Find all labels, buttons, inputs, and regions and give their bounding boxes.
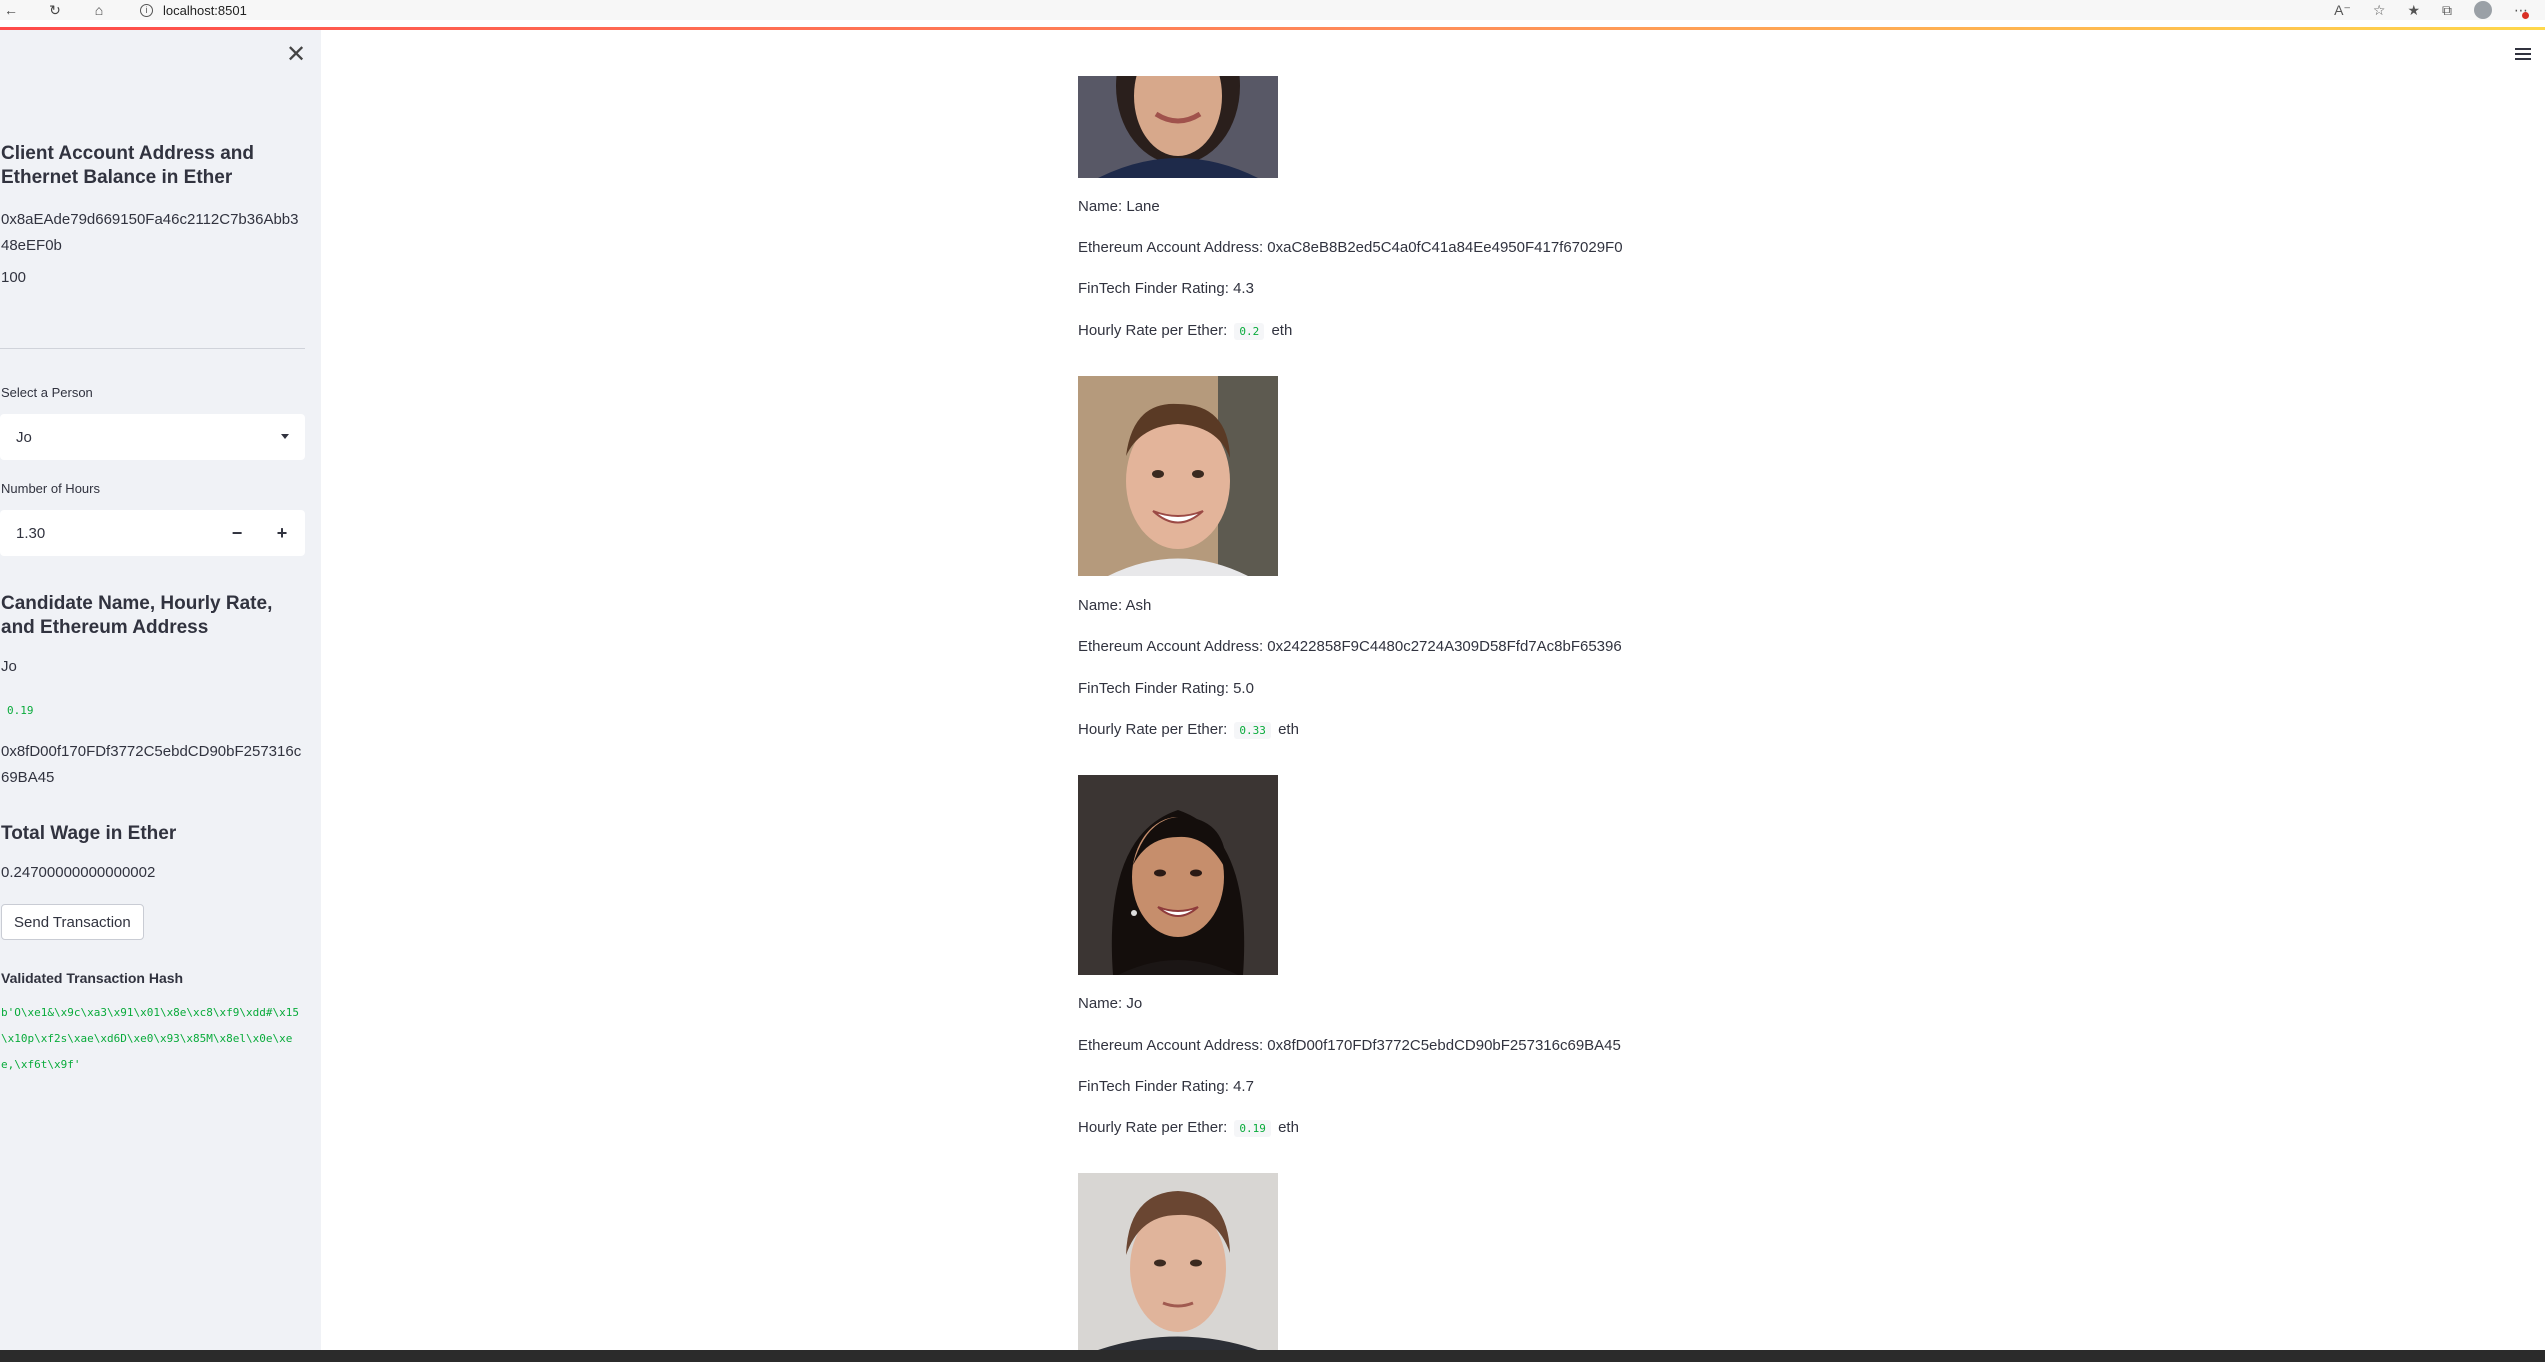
candidate-rating-line: FinTech Finder Rating: 4.7 bbox=[1078, 1078, 1254, 1095]
select-person-dropdown[interactable]: Jo bbox=[0, 414, 305, 460]
site-info-icon[interactable]: i bbox=[140, 3, 153, 17]
hamburger-menu-icon[interactable] bbox=[2515, 48, 2531, 63]
increment-button[interactable]: + bbox=[259, 510, 305, 556]
candidate-rate-line: Hourly Rate per Ether: 0.19 eth bbox=[1078, 1119, 1299, 1137]
favorite-star-icon[interactable]: ☆ bbox=[2373, 2, 2386, 19]
account-address: 0x8aEAde79d669150Fa46c2112C7b36Abb348eEF… bbox=[1, 211, 299, 254]
address-bar[interactable]: i localhost:8501 bbox=[140, 3, 247, 18]
candidate-heading: Candidate Name, Hourly Rate, and Ethereu… bbox=[1, 593, 273, 638]
reload-icon[interactable]: ↻ bbox=[44, 0, 66, 20]
notification-badge-icon bbox=[2522, 11, 2529, 19]
rate-value: 0.19 bbox=[1234, 1120, 1271, 1137]
wage-value: 0.24700000000000002 bbox=[1, 864, 156, 881]
rate-prefix: Hourly Rate per Ether: bbox=[1078, 721, 1228, 738]
rate-value: 0.33 bbox=[1234, 722, 1271, 739]
candidate-name-line: Name: Jo bbox=[1078, 995, 1143, 1012]
candidate-rating-line: FinTech Finder Rating: 4.3 bbox=[1078, 280, 1254, 297]
candidate-address: 0x8fD00f170FDf3772C5ebdCD90bF257316c69BA… bbox=[1, 743, 302, 786]
candidate-name-line: Name: Ash bbox=[1078, 597, 1152, 614]
candidate-photo bbox=[1078, 775, 1278, 975]
collections-icon[interactable]: ⧉ bbox=[2442, 2, 2452, 19]
hours-input[interactable] bbox=[0, 523, 218, 543]
rate-unit: eth bbox=[1271, 322, 1293, 339]
browser-toolbar: ← ↻ ⌂ i localhost:8501 A⁻ ☆ ★ ⧉ ⋯ bbox=[0, 0, 2545, 20]
hash-heading: Validated Transaction Hash bbox=[1, 970, 184, 986]
read-aloud-icon[interactable]: A⁻ bbox=[2334, 2, 2351, 19]
rate-prefix: Hourly Rate per Ether: bbox=[1078, 1119, 1228, 1136]
candidate-rating-line: FinTech Finder Rating: 5.0 bbox=[1078, 680, 1254, 697]
candidate-photo bbox=[1078, 376, 1278, 576]
browser-actions: A⁻ ☆ ★ ⧉ ⋯ bbox=[2334, 0, 2535, 20]
account-balance: 100 bbox=[1, 269, 27, 286]
candidate-name-line: Name: Lane bbox=[1078, 198, 1160, 215]
chevron-down-icon bbox=[281, 434, 289, 439]
rate-unit: eth bbox=[1278, 1119, 1299, 1136]
account-heading: Client Account Address and Ethernet Bala… bbox=[1, 143, 255, 188]
sidebar: ✕ Client Account Address and Ethernet Ba… bbox=[0, 30, 321, 1350]
profile-avatar-icon[interactable] bbox=[2474, 1, 2492, 19]
wage-heading: Total Wage in Ether bbox=[1, 823, 177, 844]
candidate-photo bbox=[1078, 76, 1278, 178]
home-icon[interactable]: ⌂ bbox=[88, 0, 110, 20]
candidate-address-line: Ethereum Account Address: 0x2422858F9C44… bbox=[1078, 638, 1622, 655]
candidate-photo bbox=[1078, 1173, 1278, 1350]
rate-value: 0.2 bbox=[1234, 323, 1265, 340]
candidate-name: Jo bbox=[1, 658, 17, 675]
candidate-rate: 0.19 bbox=[7, 704, 34, 717]
rate-prefix: Hourly Rate per Ether: bbox=[1078, 322, 1228, 339]
main-content: Name: Lane Ethereum Account Address: 0xa… bbox=[321, 30, 2545, 1350]
select-person-value: Jo bbox=[16, 428, 32, 446]
back-arrow-icon[interactable]: ← bbox=[0, 0, 22, 20]
transaction-hash: b'O\xe1&\x9c\xa3\x91\x01\x8e\xc8\xf9\xdd… bbox=[1, 1006, 300, 1071]
candidate-rate-line: Hourly Rate per Ether: 0.33 eth bbox=[1078, 721, 1299, 739]
close-sidebar-icon[interactable]: ✕ bbox=[286, 43, 306, 67]
hours-label: Number of Hours bbox=[1, 481, 100, 496]
candidate-address-line: Ethereum Account Address: 0xaC8eB8B2ed5C… bbox=[1078, 239, 1623, 256]
sidebar-divider bbox=[0, 348, 305, 349]
hours-input-group: − + bbox=[0, 510, 305, 556]
favorites-icon[interactable]: ★ bbox=[2407, 2, 2420, 19]
candidate-address-line: Ethereum Account Address: 0x8fD00f170FDf… bbox=[1078, 1037, 1621, 1054]
rate-unit: eth bbox=[1278, 721, 1299, 738]
os-taskbar bbox=[0, 1350, 2545, 1362]
url-text: localhost:8501 bbox=[163, 2, 247, 18]
select-person-label: Select a Person bbox=[1, 385, 93, 400]
more-menu-icon[interactable]: ⋯ bbox=[2514, 2, 2535, 19]
decrement-button[interactable]: − bbox=[214, 510, 260, 556]
send-transaction-button[interactable]: Send Transaction bbox=[1, 904, 144, 940]
candidate-rate-line: Hourly Rate per Ether: 0.2 eth bbox=[1078, 322, 1293, 340]
